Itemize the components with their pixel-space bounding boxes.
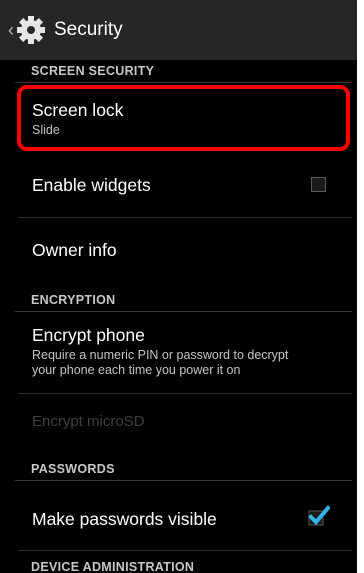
enable-widgets-title: Enable widgets: [32, 175, 151, 195]
encrypt-phone-summary-line2: your phone each time you power it on: [32, 363, 241, 377]
section-divider: [15, 480, 352, 481]
encrypt-phone-summary-line1: Require a numeric PIN or password to dec…: [32, 348, 289, 362]
enable-widgets-checkbox[interactable]: [311, 177, 326, 192]
divider: [18, 550, 352, 551]
action-bar: ‹ Security: [0, 0, 357, 60]
gear-icon[interactable]: [14, 13, 48, 47]
encrypt-phone-title: Encrypt phone: [32, 325, 145, 345]
divider: [18, 393, 352, 394]
highlight-box: [17, 85, 350, 151]
section-header-device-administration: DEVICE ADMINISTRATION: [31, 560, 195, 573]
owner-info-title: Owner info: [32, 240, 117, 260]
section-header-encryption: ENCRYPTION: [31, 293, 116, 307]
make-passwords-visible-title: Make passwords visible: [32, 509, 217, 529]
page-title: Security: [54, 19, 123, 40]
security-settings-screen: ‹ Security SCREEN SECURITY Screen lock S…: [0, 0, 357, 573]
divider: [18, 217, 352, 218]
section-divider: [15, 82, 352, 83]
make-passwords-visible-checkbox[interactable]: [306, 505, 331, 527]
section-header-passwords: PASSWORDS: [31, 462, 115, 476]
section-divider: [15, 311, 352, 312]
encrypt-microsd-title: Encrypt microSD: [32, 413, 145, 430]
section-header-screen-security: SCREEN SECURITY: [31, 64, 155, 78]
